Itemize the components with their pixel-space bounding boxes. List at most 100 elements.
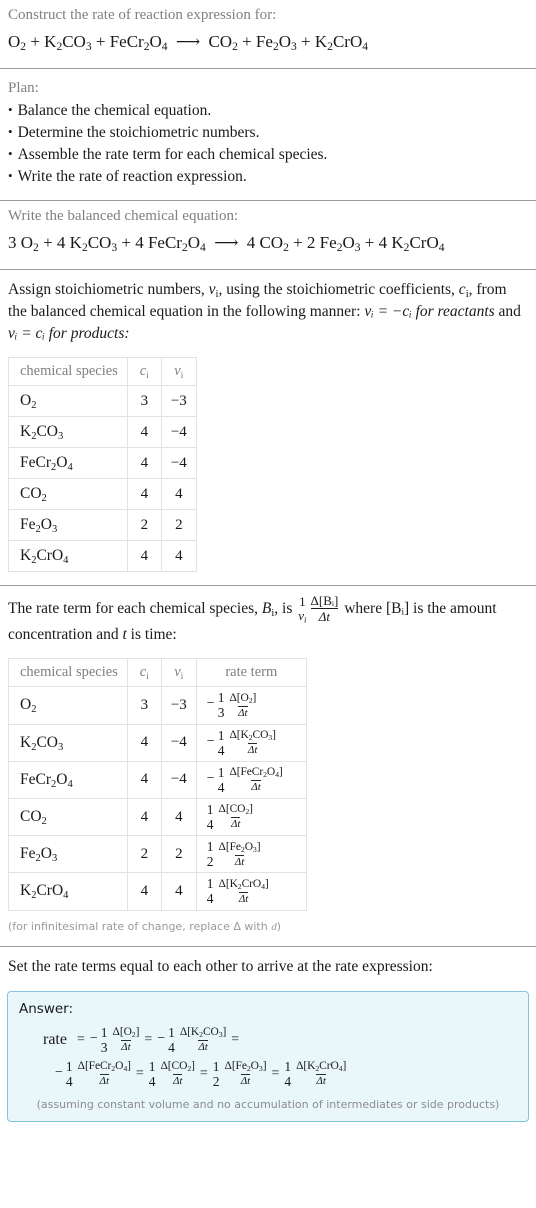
delta-fraction: Δ[CO2] Δt [160,1060,195,1088]
equals-sign: = [76,1031,85,1047]
inline-fraction-delta-b-over-delta-t: Δ[Bᵢ] Δt [310,593,339,624]
cell-ci: 4 [126,447,162,479]
cell-species: CO2 [8,478,128,510]
cell-nui: 2 [160,509,197,541]
cell-ci: 4 [126,540,162,572]
cell-ci: 4 [126,760,162,799]
delta-fraction: Δ[O2] Δt [112,1026,140,1053]
rate-term-answer-4: 1 2 Δ[Fe2O3] Δt [213,1059,267,1089]
cell-ci: 4 [126,872,162,911]
cell-nui: −3 [160,686,197,725]
minus-sign: − [206,733,215,749]
coefficient-fraction: 14 [217,727,225,758]
cell-ci: 4 [126,416,162,448]
coefficient-fraction: 14 [217,764,225,795]
coefficient-fraction: 13 [100,1024,108,1055]
cell-species: FeCr2O4 [8,447,128,479]
answer-label: Answer: [19,1000,74,1017]
cell-species: K2CO3 [8,723,128,762]
rate-term-row-2: −1 4 Δ[FeCr2O4] Δt [207,765,283,795]
balanced-label: Write the balanced chemical equation: [8,208,239,224]
rateterm-intro-paragraph: The rate term for each chemical species,… [8,593,497,644]
balanced-section: Write the balanced chemical equation: 3 … [0,201,536,256]
plan-label: Plan: [8,80,39,96]
cell-species: K2CrO4 [8,540,128,572]
answer-expression-line-1: rate = −1 3 Δ[O2] Δt = −1 4 Δ[K2CO3] Δt = [43,1025,517,1055]
equals-sign: = [231,1031,240,1047]
stoichiometric-table: chemical species ci νi O2 3 −3 K2CO3 4 −4 FeCr… [8,357,197,572]
rateterm-section: The rate term for each chemical species,… [0,586,536,933]
table-row: K2CO3 4 −4−1 4 Δ[K2CO3] Δt [8,723,307,762]
delta-fraction: Δ[FeCr2O4] Δt [229,766,283,794]
rate-term-row-5: 1 4 Δ[K2CrO4] Δt [207,876,269,906]
cell-ci: 2 [126,509,162,541]
cell-nui: −4 [160,447,197,479]
col-header-nui: νi [160,658,197,688]
rate-term-answer-5: 1 4 Δ[K2CrO4] Δt [284,1059,346,1089]
plan-step: Balance the chemical equation. [8,99,528,121]
rate-term-answer-3: 1 4 Δ[CO2] Δt [149,1059,195,1089]
answer-expression-line-2: −1 4 Δ[FeCr2O4] Δt = 1 4 Δ[CO2] Δt = 1 2 Δ[Fe2O3] Δt =… [43,1059,517,1089]
equals-sign: = [271,1065,280,1081]
delta-fraction: Δ[CO2] Δt [218,803,253,831]
rate-term-row-1: −1 4 Δ[K2CO3] Δt [207,728,276,758]
table-row: CO2 4 4 1 4 Δ[CO2] Δt [8,797,307,837]
table-row: K2CO3 4 −4 [8,416,197,448]
answer-assumption-note: (assuming constant volume and no accumul… [36,1098,500,1112]
cell-species: K2CO3 [8,416,128,448]
coefficient-fraction: 12 [206,839,214,870]
coefficient-fraction: 12 [212,1058,220,1089]
assign-paragraph: Assign stoichiometric numbers, νi, using… [8,281,521,342]
cell-nui: −4 [160,416,197,448]
cell-ci: 2 [126,835,162,874]
question-equation-text: O2 + K2CO3 + FeCr2O4 ⟶ CO2 + Fe2O3 + K2C… [8,32,368,54]
cell-ci: 4 [126,723,162,762]
assign-section: Assign stoichiometric numbers, νi, using… [0,270,536,572]
table-row: K2CrO4 4 4 1 4 Δ[K2CrO4] Δt [8,872,307,911]
col-header-species: chemical species [8,357,128,386]
rate-term-row-3: 1 4 Δ[CO2] Δt [207,802,253,832]
cell-ci: 3 [126,686,162,725]
coefficient-fraction: 14 [168,1024,175,1055]
coefficient-fraction: 14 [206,801,214,833]
cell-rate-term: 1 4 Δ[K2CrO4] Δt [195,872,307,911]
delta-fraction: Δ[K2CrO4] Δt [296,1060,347,1088]
coefficient-fraction: 13 [217,690,225,721]
cell-rate-term: 1 2 Δ[Fe2O3] Δt [195,835,307,874]
delta-fraction: Δ[K2CO3] Δt [229,729,276,756]
coefficient-fraction: 14 [65,1058,73,1089]
table-row: Fe2O3 2 2 [8,509,197,541]
cell-nui: −3 [160,385,197,417]
plan-step: Write the rate of reaction expression. [8,165,528,187]
answer-wrapper: Answer: rate = −1 3 Δ[O2] Δt = −1 4 Δ[K2CO3] Δt = −… [0,990,536,1123]
coefficient-fraction: 14 [284,1058,292,1089]
table-header-row: chemical species ci νi [8,357,197,386]
plan-list: Balance the chemical equation.Determine … [8,99,528,187]
table-header-row: chemical species ci νi rate term [8,658,307,688]
cell-nui: 4 [160,478,197,510]
minus-sign: − [157,1030,166,1046]
cell-species: Fe2O3 [8,509,128,541]
page-bottom-spacer [0,1122,536,1132]
cell-nui: 4 [160,540,197,572]
cell-ci: 4 [126,797,162,837]
rate-term-row-4: 1 2 Δ[Fe2O3] Δt [207,839,261,869]
rate-term-answer-2: −1 4 Δ[FeCr2O4] Δt [55,1059,131,1089]
page-root: Construct the rate of reaction expressio… [0,0,536,1132]
cell-nui: −4 [160,723,197,762]
table-row: O2 3 −3 [8,385,197,417]
table-row: K2CrO4 4 4 [8,540,197,572]
col-header-rateterm: rate term [195,658,307,688]
cell-rate-term: −1 4 Δ[K2CO3] Δt [195,723,307,762]
coefficient-fraction: 14 [148,1058,156,1089]
delta-fraction: Δ[Fe2O3] Δt [224,1060,267,1088]
minus-sign: − [206,696,215,712]
cell-nui: 2 [160,835,197,874]
cell-rate-term: −1 4 Δ[FeCr2O4] Δt [195,760,307,799]
inline-fraction-one-over-nu: 1 νi [298,594,307,625]
minus-sign: − [55,1064,63,1080]
rate-term-table: chemical species ci νi rate term O2 3 −3−1… [8,658,307,911]
minus-sign: − [89,1030,98,1046]
answer-body: rate = −1 3 Δ[O2] Δt = −1 4 Δ[K2CO3] Δt = −1 4 Δ[FeCr… [19,1025,517,1089]
cell-ci: 4 [126,478,162,510]
